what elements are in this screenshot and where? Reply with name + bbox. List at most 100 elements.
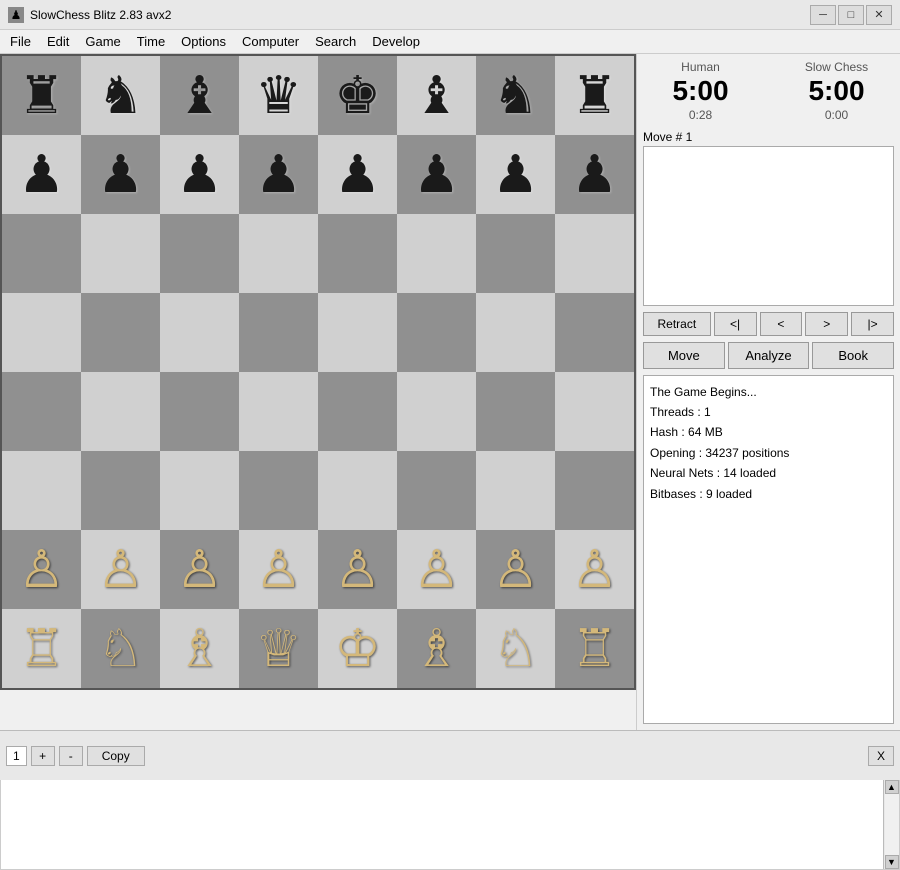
menu-computer[interactable]: Computer (234, 30, 307, 53)
square-a1[interactable]: ♖ (2, 609, 81, 688)
square-e5[interactable] (318, 293, 397, 372)
square-d1[interactable]: ♕ (239, 609, 318, 688)
square-g3[interactable] (476, 451, 555, 530)
square-e3[interactable] (318, 451, 397, 530)
square-e8[interactable]: ♚ (318, 56, 397, 135)
square-c5[interactable] (160, 293, 239, 372)
square-h8[interactable]: ♜ (555, 56, 634, 135)
square-d2[interactable]: ♙ (239, 530, 318, 609)
menu-time[interactable]: Time (129, 30, 173, 53)
move-list[interactable] (643, 146, 894, 306)
analyze-button[interactable]: Analyze (728, 342, 810, 369)
scroll-up-arrow[interactable]: ▲ (885, 780, 899, 794)
menu-develop[interactable]: Develop (364, 30, 428, 53)
square-h1[interactable]: ♖ (555, 609, 634, 688)
copy-button[interactable]: Copy (87, 746, 145, 766)
square-f2[interactable]: ♙ (397, 530, 476, 609)
square-c6[interactable] (160, 214, 239, 293)
move-button[interactable]: Move (643, 342, 725, 369)
square-b6[interactable] (81, 214, 160, 293)
square-f5[interactable] (397, 293, 476, 372)
maximize-button[interactable]: □ (838, 5, 864, 25)
scroll-track (885, 794, 899, 855)
menu-edit[interactable]: Edit (39, 30, 77, 53)
prev-move-button[interactable]: < (760, 312, 803, 336)
square-f6[interactable] (397, 214, 476, 293)
square-e1[interactable]: ♔ (318, 609, 397, 688)
scrollbar-vertical[interactable]: ▲ ▼ (883, 780, 899, 869)
square-e6[interactable] (318, 214, 397, 293)
close-tab-button[interactable]: X (868, 746, 894, 766)
square-e2[interactable]: ♙ (318, 530, 397, 609)
square-g1[interactable]: ♘ (476, 609, 555, 688)
square-b2[interactable]: ♙ (81, 530, 160, 609)
square-c2[interactable]: ♙ (160, 530, 239, 609)
square-e4[interactable] (318, 372, 397, 451)
square-h6[interactable] (555, 214, 634, 293)
square-f3[interactable] (397, 451, 476, 530)
square-b1[interactable]: ♘ (81, 609, 160, 688)
square-h4[interactable] (555, 372, 634, 451)
last-move-button[interactable]: |> (851, 312, 894, 336)
square-d5[interactable] (239, 293, 318, 372)
square-d3[interactable] (239, 451, 318, 530)
square-g2[interactable]: ♙ (476, 530, 555, 609)
square-h7[interactable]: ♟ (555, 135, 634, 214)
square-b7[interactable]: ♟ (81, 135, 160, 214)
square-g7[interactable]: ♟ (476, 135, 555, 214)
square-f1[interactable]: ♗ (397, 609, 476, 688)
square-a8[interactable]: ♜ (2, 56, 81, 135)
notation-textarea[interactable] (1, 780, 883, 869)
square-f7[interactable]: ♟ (397, 135, 476, 214)
menu-options[interactable]: Options (173, 30, 234, 53)
square-e7[interactable]: ♟ (318, 135, 397, 214)
square-b8[interactable]: ♞ (81, 56, 160, 135)
clocks: Human 5:00 0:28 Slow Chess 5:00 0:00 (643, 60, 894, 122)
square-a7[interactable]: ♟ (2, 135, 81, 214)
piece-black-rook-h8: ♜ (571, 70, 618, 122)
square-h3[interactable] (555, 451, 634, 530)
square-c4[interactable] (160, 372, 239, 451)
square-a6[interactable] (2, 214, 81, 293)
square-d7[interactable]: ♟ (239, 135, 318, 214)
square-a3[interactable] (2, 451, 81, 530)
book-button[interactable]: Book (812, 342, 894, 369)
next-move-button[interactable]: > (805, 312, 848, 336)
square-g8[interactable]: ♞ (476, 56, 555, 135)
square-g4[interactable] (476, 372, 555, 451)
menu-search[interactable]: Search (307, 30, 364, 53)
square-c8[interactable]: ♝ (160, 56, 239, 135)
square-b5[interactable] (81, 293, 160, 372)
move-label: Move # 1 (643, 130, 894, 144)
square-c7[interactable]: ♟ (160, 135, 239, 214)
minimize-button[interactable]: ─ (810, 5, 836, 25)
square-b4[interactable] (81, 372, 160, 451)
first-move-button[interactable]: <| (714, 312, 757, 336)
remove-tab-button[interactable]: - (59, 746, 83, 766)
square-d4[interactable] (239, 372, 318, 451)
close-button[interactable]: ✕ (866, 5, 892, 25)
square-f4[interactable] (397, 372, 476, 451)
info-line4: Hash : 64 MB (650, 422, 887, 442)
square-h2[interactable]: ♙ (555, 530, 634, 609)
square-c1[interactable]: ♗ (160, 609, 239, 688)
menu-game[interactable]: Game (77, 30, 128, 53)
retract-button[interactable]: Retract (643, 312, 711, 336)
square-f8[interactable]: ♝ (397, 56, 476, 135)
square-d8[interactable]: ♛ (239, 56, 318, 135)
square-a2[interactable]: ♙ (2, 530, 81, 609)
scroll-down-arrow[interactable]: ▼ (885, 855, 899, 869)
square-d6[interactable] (239, 214, 318, 293)
square-g6[interactable] (476, 214, 555, 293)
menu-file[interactable]: File (2, 30, 39, 53)
add-tab-button[interactable]: + (31, 746, 55, 766)
tab-number[interactable]: 1 (6, 746, 27, 766)
computer-clock: Slow Chess 5:00 0:00 (779, 60, 894, 122)
square-a4[interactable] (2, 372, 81, 451)
chess-board[interactable]: ♜ ♞ ♝ ♛ ♚ ♝ ♞ ♜ ♟ ♟ ♟ ♟ ♟ ♟ ♟ ♟ (0, 54, 636, 690)
square-c3[interactable] (160, 451, 239, 530)
square-g5[interactable] (476, 293, 555, 372)
square-h5[interactable] (555, 293, 634, 372)
square-b3[interactable] (81, 451, 160, 530)
square-a5[interactable] (2, 293, 81, 372)
